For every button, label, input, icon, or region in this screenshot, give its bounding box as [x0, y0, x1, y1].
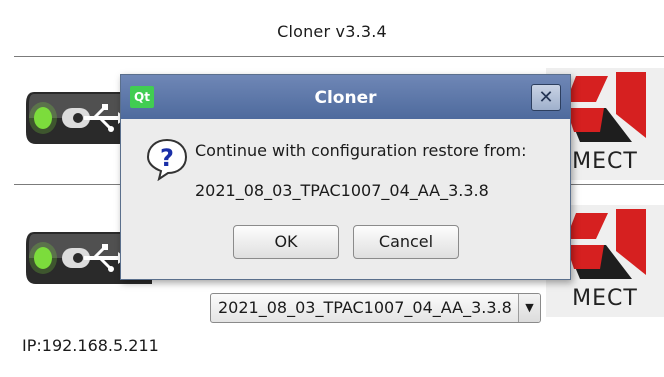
question-icon: ?: [145, 137, 189, 182]
dialog-title: Cloner: [314, 88, 377, 108]
window-title: Cloner v3.3.4: [277, 22, 387, 41]
close-button[interactable]: ✕: [531, 84, 561, 111]
divider: [14, 56, 664, 57]
svg-text:MECT: MECT: [572, 286, 638, 311]
ip-address-label: IP:192.168.5.211: [22, 336, 159, 355]
dialog-message: Continue with configuration restore from…: [195, 141, 527, 160]
chevron-down-icon[interactable]: ▼: [518, 294, 540, 322]
restore-confirm-dialog: Qt Cloner ✕ ? Continue with configuratio…: [120, 74, 571, 280]
restore-archive-value: 2021_08_03_TPAC1007_04_AA_3.3.8: [218, 298, 512, 317]
ok-button[interactable]: OK: [233, 225, 339, 259]
svg-text:MECT: MECT: [572, 149, 638, 174]
dialog-archive-name: 2021_08_03_TPAC1007_04_AA_3.3.8: [195, 181, 489, 200]
svg-text:?: ?: [160, 144, 174, 172]
dialog-titlebar[interactable]: Qt Cloner ✕: [121, 75, 570, 119]
cancel-button[interactable]: Cancel: [353, 225, 459, 259]
restore-archive-select[interactable]: 2021_08_03_TPAC1007_04_AA_3.3.8 ▼: [210, 293, 541, 323]
